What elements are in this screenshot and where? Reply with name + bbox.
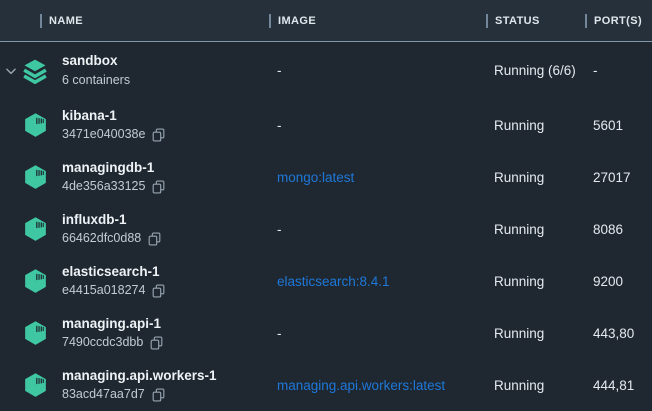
table-row[interactable]: managing.api.workers-1 83acd47aa7d7 mana…	[0, 359, 652, 411]
ports-value: 8086	[585, 222, 652, 237]
name-cell: managing.api.workers-1 83acd47aa7d7	[0, 359, 269, 411]
ports-value: 9200	[585, 274, 652, 289]
compose-stack-icon	[21, 56, 49, 86]
container-id: e4415a018274	[62, 282, 145, 299]
container-subline: 6 containers	[62, 72, 130, 89]
column-divider	[585, 14, 587, 28]
containers-table: NAME IMAGE STATUS PORT(S)	[0, 0, 652, 405]
row-type-icon	[21, 318, 49, 348]
container-subline: 83acd47aa7d7	[62, 386, 217, 403]
container-subline: 3471e040038e	[62, 126, 166, 143]
name-cell: influxdb-1 66462dfc0d88	[0, 203, 269, 255]
container-subline: 7490ccdc3dbb	[62, 334, 164, 351]
name-block: managing.api.workers-1 83acd47aa7d7	[62, 367, 217, 403]
column-header-status: STATUS	[486, 0, 585, 41]
container-id: 83acd47aa7d7	[62, 386, 145, 403]
ports-value: -	[585, 63, 652, 78]
table-row[interactable]: managingdb-1 4de356a33125 mongo:latest R…	[0, 151, 652, 203]
name-block: kibana-1 3471e040038e	[62, 107, 166, 143]
image-value: -	[269, 63, 486, 78]
copy-icon[interactable]	[147, 231, 162, 247]
name-block: managingdb-1 4de356a33125	[62, 159, 166, 195]
table-header: NAME IMAGE STATUS PORT(S)	[0, 0, 652, 42]
status-value: Running	[486, 222, 585, 237]
status-value: Running	[486, 274, 585, 289]
name-block: elasticsearch-1 e4415a018274	[62, 263, 166, 299]
container-icon	[22, 266, 49, 296]
container-icon	[22, 162, 49, 192]
table-body: sandbox 6 containers - Running (6/6) -	[0, 42, 652, 411]
name-cell: sandbox 6 containers	[0, 42, 269, 99]
column-divider	[486, 14, 488, 28]
status-value: Running	[486, 378, 585, 393]
container-id: 6 containers	[62, 72, 130, 89]
column-divider	[40, 14, 42, 28]
name-block: influxdb-1 66462dfc0d88	[62, 211, 162, 247]
ports-value: 443,80	[585, 326, 652, 341]
container-icon	[22, 110, 49, 140]
container-icon	[22, 318, 49, 348]
chevron-down-icon[interactable]	[4, 64, 18, 78]
name-cell: managingdb-1 4de356a33125	[0, 151, 269, 203]
column-header-ports-label: PORT(S)	[594, 15, 642, 27]
status-value: Running	[486, 326, 585, 341]
container-name: kibana-1	[62, 107, 166, 125]
container-icon	[22, 370, 49, 400]
image-value: -	[269, 222, 486, 237]
column-header-status-label: STATUS	[495, 15, 540, 27]
table-row[interactable]: sandbox 6 containers - Running (6/6) -	[0, 42, 652, 99]
column-header-ports: PORT(S)	[585, 0, 652, 41]
copy-icon[interactable]	[151, 127, 166, 143]
container-name: elasticsearch-1	[62, 263, 166, 281]
container-id: 7490ccdc3dbb	[62, 334, 143, 351]
name-cell: managing.api-1 7490ccdc3dbb	[0, 307, 269, 359]
row-type-icon	[21, 266, 49, 296]
status-value: Running	[486, 170, 585, 185]
row-type-icon	[21, 370, 49, 400]
container-name: managing.api.workers-1	[62, 367, 217, 385]
row-type-icon	[21, 56, 49, 86]
ports-value: 444,81	[585, 378, 652, 393]
column-header-name: NAME	[0, 0, 269, 41]
column-divider	[269, 14, 271, 28]
name-block: sandbox 6 containers	[62, 52, 130, 88]
column-header-name-label: NAME	[49, 15, 83, 27]
table-row[interactable]: influxdb-1 66462dfc0d88 - Running 8086	[0, 203, 652, 255]
table-row[interactable]: elasticsearch-1 e4415a018274 elasticsear…	[0, 255, 652, 307]
status-value: Running	[486, 118, 585, 133]
table-row[interactable]: managing.api-1 7490ccdc3dbb - Running 44…	[0, 307, 652, 359]
name-cell: kibana-1 3471e040038e	[0, 99, 269, 151]
container-subline: 66462dfc0d88	[62, 230, 162, 247]
image-link[interactable]: managing.api.workers:latest	[269, 378, 486, 393]
image-link[interactable]: mongo:latest	[269, 170, 486, 185]
copy-icon[interactable]	[151, 387, 166, 403]
container-name: sandbox	[62, 52, 130, 70]
container-subline: e4415a018274	[62, 282, 166, 299]
container-id: 4de356a33125	[62, 178, 145, 195]
container-id: 66462dfc0d88	[62, 230, 141, 247]
copy-icon[interactable]	[151, 283, 166, 299]
container-subline: 4de356a33125	[62, 178, 166, 195]
container-icon	[22, 214, 49, 244]
image-value: -	[269, 118, 486, 133]
name-cell: elasticsearch-1 e4415a018274	[0, 255, 269, 307]
status-value: Running (6/6)	[486, 63, 585, 78]
row-type-icon	[21, 110, 49, 140]
column-header-image: IMAGE	[269, 0, 486, 41]
container-name: managing.api-1	[62, 315, 164, 333]
image-value: -	[269, 326, 486, 341]
ports-value: 5601	[585, 118, 652, 133]
container-id: 3471e040038e	[62, 126, 145, 143]
copy-icon[interactable]	[149, 335, 164, 351]
column-header-image-label: IMAGE	[278, 15, 316, 27]
ports-value: 27017	[585, 170, 652, 185]
name-block: managing.api-1 7490ccdc3dbb	[62, 315, 164, 351]
container-name: managingdb-1	[62, 159, 166, 177]
container-name: influxdb-1	[62, 211, 162, 229]
image-link[interactable]: elasticsearch:8.4.1	[269, 274, 486, 289]
copy-icon[interactable]	[151, 179, 166, 195]
row-type-icon	[21, 162, 49, 192]
row-type-icon	[21, 214, 49, 244]
table-row[interactable]: kibana-1 3471e040038e - Running 5601	[0, 99, 652, 151]
